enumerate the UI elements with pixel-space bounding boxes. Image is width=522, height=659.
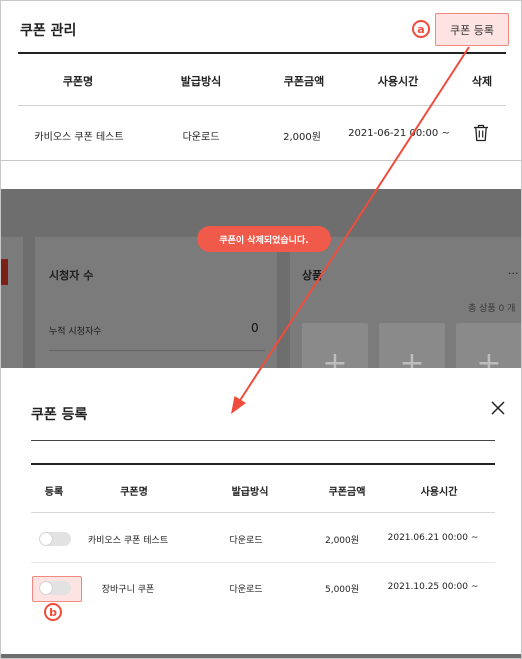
modal-title-divider [31,440,495,441]
viewers-card [35,237,277,368]
modal-table-top-rule [31,463,495,465]
column-header-period: 사용시간 [420,487,458,498]
coupon-register-modal: 쿠폰 등록 등록 쿠폰명 발급방식 쿠폰금액 사용시간 카비오스 쿠폰 테스트 … [1,368,521,654]
coupon-period-cell: 2021-06-21 00:00 ~ [348,128,450,139]
deleted-toast: 쿠폰이 삭제되었습니다. [197,226,331,252]
table-row-divider [18,105,506,106]
dimmed-bottom-strip [1,654,521,658]
coupon-period-cell: 2021.06.21 00:00 ~ [387,533,479,543]
column-header-delete: 삭제 [471,75,493,88]
toggle-knob [40,533,52,545]
coupon-name-cell: 장바구니 쿠폰 [101,585,155,595]
column-header-name: 쿠폰명 [62,75,94,88]
annotation-marker-b: b [44,603,62,621]
viewers-card-title: 시청자 수 [49,269,94,282]
screenshot-frame: 쿠폰 관리 a 쿠폰 등록 쿠폰명 발급방식 쿠폰금액 사용시간 삭제 카비오스… [0,0,522,659]
table-header-rule [18,52,506,54]
coupon-method-cell: 다운로드 [229,585,263,595]
dimmed-side-panel [1,237,23,368]
page-title: 쿠폰 관리 [20,23,77,39]
products-card-title: 상품 [302,269,323,282]
trash-icon[interactable] [473,124,489,142]
coupon-method-cell: 다운로드 [182,132,220,143]
viewers-card-divider [49,350,265,351]
column-header-name: 쿠폰명 [120,487,148,498]
column-header-method: 발급방식 [180,75,222,88]
coupon-amount-cell: 2,000원 [324,536,360,546]
modal-title: 쿠폰 등록 [31,407,88,423]
products-more-icon[interactable]: ··· [508,267,519,280]
dimmed-active-indicator [1,259,8,285]
toggle-knob [40,582,52,594]
coupon-amount-cell: 5,000원 [324,585,360,595]
coupon-period-cell: 2021.10.25 00:00 ~ [387,582,479,592]
modal-table-header-rule [31,512,495,513]
table-row-divider [31,562,495,563]
column-header-method: 발급방식 [231,487,269,498]
coupon-name-cell: 카비오스 쿠폰 테스트 [34,132,124,143]
coupon-method-cell: 다운로드 [229,536,263,546]
viewers-metric-value: 0 [251,321,259,335]
coupon-name-cell: 카비오스 쿠폰 테스트 [87,536,169,546]
annotation-marker-a: a [412,20,430,38]
products-total: 총 상품 0 개 [468,304,516,314]
coupon-amount-cell: 2,000원 [283,132,321,143]
coupon-register-button[interactable]: 쿠폰 등록 [435,13,509,46]
viewers-metric-label: 누적 시청자수 [49,327,102,337]
column-header-period: 사용시간 [377,75,419,88]
register-toggle[interactable] [39,532,71,546]
register-toggle[interactable] [39,581,71,595]
close-icon[interactable] [490,400,506,416]
coupon-management-panel: 쿠폰 관리 a 쿠폰 등록 쿠폰명 발급방식 쿠폰금액 사용시간 삭제 카비오스… [1,1,521,161]
column-header-amount: 쿠폰금액 [328,487,366,498]
column-header-amount: 쿠폰금액 [283,75,325,88]
column-header-register: 등록 [44,487,64,498]
